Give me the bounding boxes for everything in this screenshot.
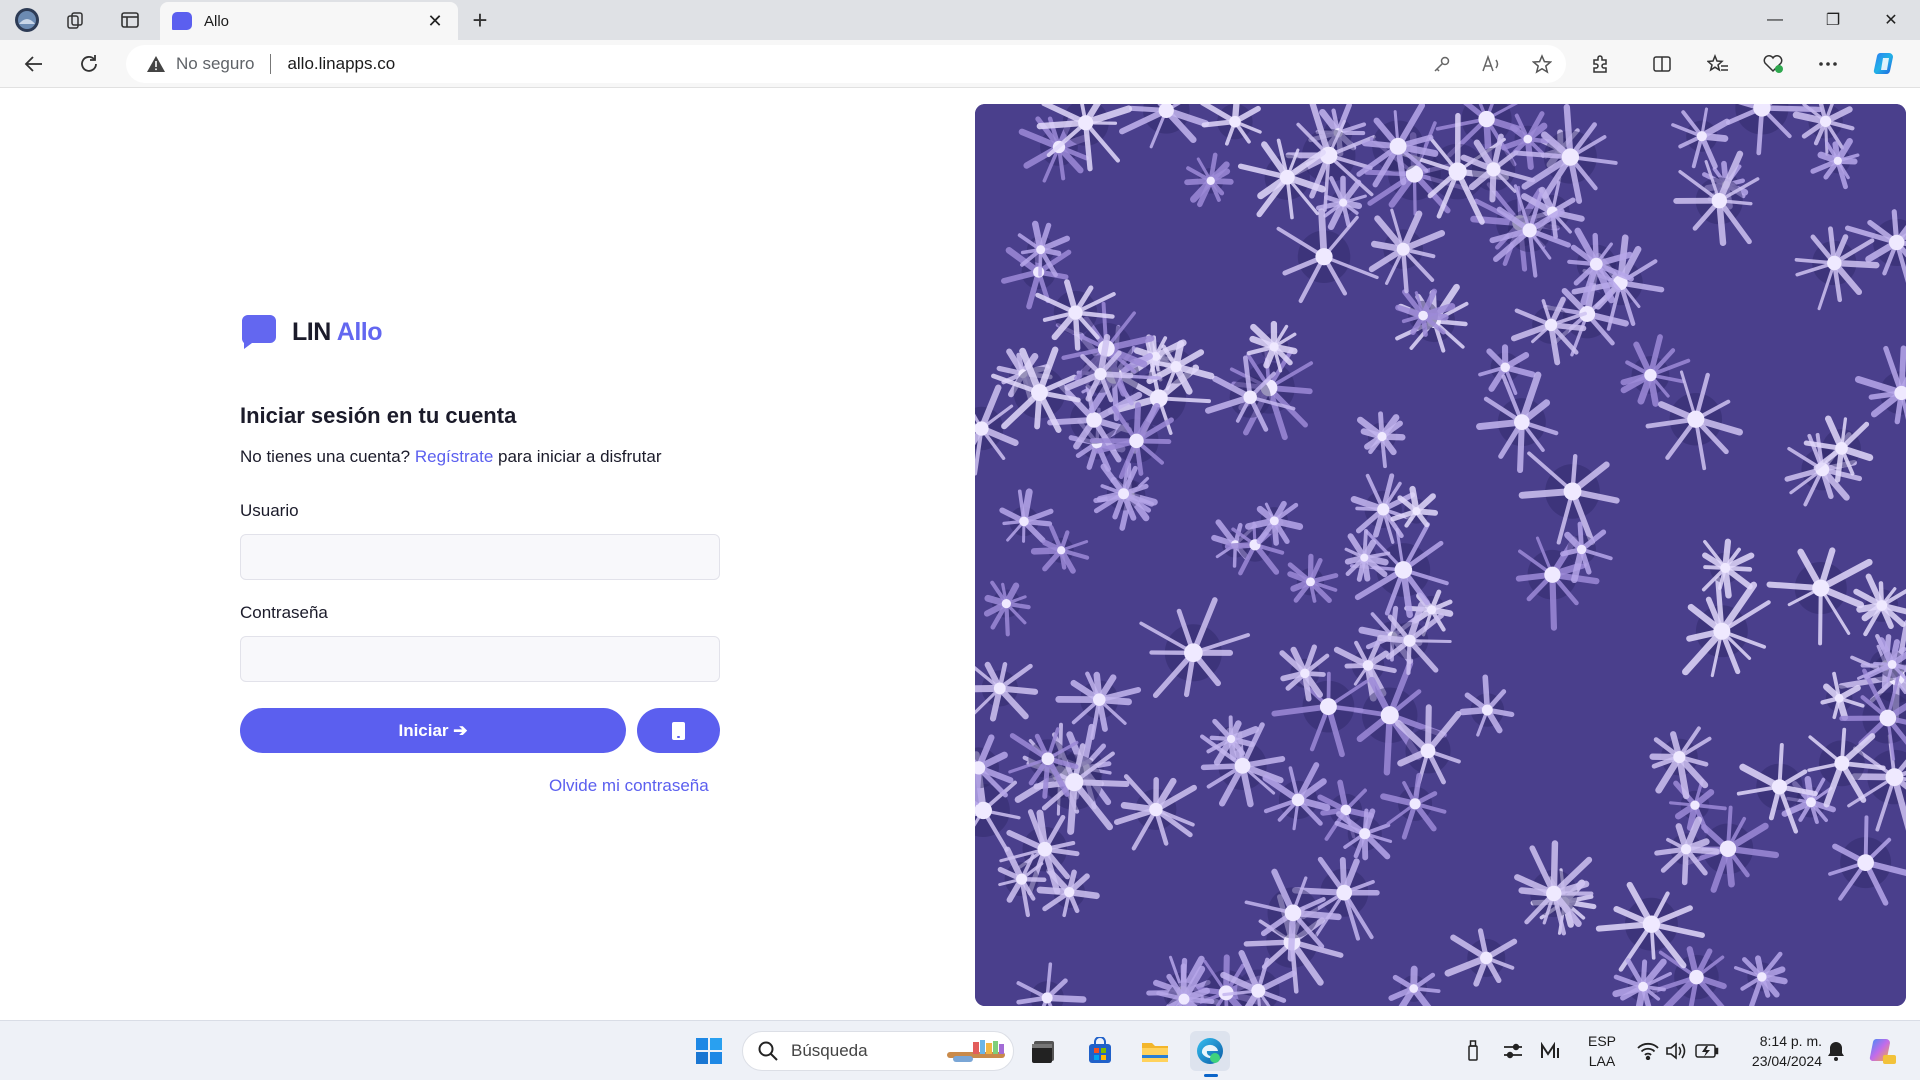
- address-divider: [270, 54, 272, 74]
- username-input[interactable]: [240, 534, 720, 580]
- system-clock[interactable]: 8:14 p. m. 23/04/2024: [1736, 1031, 1822, 1071]
- keyboard-layout: LAA: [1588, 1053, 1616, 1069]
- collections-icon[interactable]: [58, 4, 94, 36]
- login-page: LIN Allo Iniciar sesión en tu cuenta No t…: [0, 89, 1920, 1020]
- language-code: ESP: [1587, 1033, 1616, 1049]
- copilot-icon[interactable]: [1866, 47, 1906, 81]
- wifi-icon[interactable]: [1636, 1039, 1660, 1063]
- file-explorer-icon[interactable]: [1135, 1031, 1175, 1071]
- signup-prompt-before: No tienes una cuenta?: [240, 447, 415, 466]
- tab-title: Allo: [204, 12, 230, 30]
- address-bar[interactable]: No seguro allo.linapps.co: [126, 45, 1566, 83]
- warning-icon[interactable]: [146, 55, 166, 73]
- battery-icon[interactable]: [1695, 1039, 1719, 1063]
- terminal-icon[interactable]: [1023, 1031, 1063, 1071]
- taskbar-search[interactable]: Búsqueda: [742, 1031, 1014, 1071]
- phone-icon: [672, 721, 685, 740]
- username-label: Usuario: [240, 501, 299, 520]
- app-logo: LIN Allo: [240, 313, 383, 351]
- close-window-button[interactable]: ✕: [1862, 0, 1920, 40]
- read-aloud-icon[interactable]: [1474, 52, 1510, 76]
- page-title: Iniciar sesión en tu cuenta: [240, 403, 517, 428]
- volume-icon[interactable]: [1664, 1039, 1688, 1063]
- extensions-icon[interactable]: [1580, 47, 1620, 81]
- favorite-star-icon[interactable]: [1524, 52, 1560, 76]
- profile-icon[interactable]: [9, 4, 45, 36]
- new-tab-button[interactable]: +: [462, 4, 498, 36]
- tab-allo[interactable]: Allo ✕: [160, 2, 458, 40]
- logo-allo-text: Allo: [336, 317, 383, 346]
- browser-tab-strip: Allo ✕ + — ❐ ✕: [0, 0, 1920, 40]
- clock-date: 23/04/2024: [1751, 1053, 1822, 1069]
- close-tab-icon[interactable]: ✕: [424, 11, 446, 32]
- refresh-icon[interactable]: [71, 47, 107, 81]
- forest-background: [975, 104, 1906, 1006]
- copilot-icon[interactable]: [1866, 1039, 1898, 1064]
- tab-actions-icon[interactable]: [112, 4, 148, 36]
- store-icon[interactable]: [1080, 1031, 1120, 1071]
- forgot-password-link[interactable]: Olvide mi contraseña: [549, 776, 709, 796]
- minimize-button[interactable]: —: [1746, 0, 1804, 40]
- start-icon[interactable]: [689, 1031, 729, 1071]
- notification-bell-icon[interactable]: [1824, 1039, 1848, 1063]
- snowy-forest-aerial-image: [975, 104, 1906, 1006]
- clock-time: 8:14 p. m.: [1759, 1033, 1822, 1049]
- logo-lin-text: LIN: [292, 317, 331, 346]
- password-label: Contraseña: [240, 603, 328, 622]
- usb-icon[interactable]: [1461, 1039, 1485, 1063]
- favorites-icon[interactable]: [1698, 47, 1738, 81]
- allo-favicon-icon: [172, 12, 192, 30]
- language-indicator[interactable]: ESP LAA: [1584, 1031, 1620, 1071]
- browser-toolbar: No seguro allo.linapps.co: [0, 40, 1920, 88]
- login-button[interactable]: Iniciar ➔: [240, 708, 626, 753]
- maximize-button[interactable]: ❐: [1804, 0, 1862, 40]
- search-icon: [758, 1041, 778, 1061]
- chat-bubble-logo-icon: [242, 315, 276, 349]
- security-label[interactable]: No seguro: [176, 54, 254, 74]
- signup-prompt: No tienes una cuenta? Regístrate para in…: [240, 447, 661, 467]
- register-link[interactable]: Regístrate: [415, 447, 493, 466]
- media-icon[interactable]: [1539, 1039, 1563, 1063]
- split-screen-icon[interactable]: [1642, 47, 1682, 81]
- password-input[interactable]: [240, 636, 720, 682]
- signup-prompt-after: para iniciar a disfrutar: [493, 447, 662, 466]
- browser-essentials-icon[interactable]: [1753, 47, 1793, 81]
- windows-taskbar: Búsqueda ESP LAA 8:14 p. m. 23/04/2024: [0, 1020, 1920, 1080]
- key-icon[interactable]: [1424, 52, 1460, 76]
- settings-sliders-icon[interactable]: [1501, 1039, 1525, 1063]
- phone-login-button[interactable]: [637, 708, 720, 753]
- url-text[interactable]: allo.linapps.co: [287, 54, 395, 74]
- edge-icon[interactable]: [1190, 1031, 1230, 1077]
- more-icon[interactable]: [1808, 47, 1848, 81]
- active-app-indicator: [1204, 1074, 1218, 1077]
- search-placeholder: Búsqueda: [791, 1041, 868, 1060]
- back-icon[interactable]: [16, 47, 52, 81]
- search-highlight-books-icon: [947, 1040, 1005, 1062]
